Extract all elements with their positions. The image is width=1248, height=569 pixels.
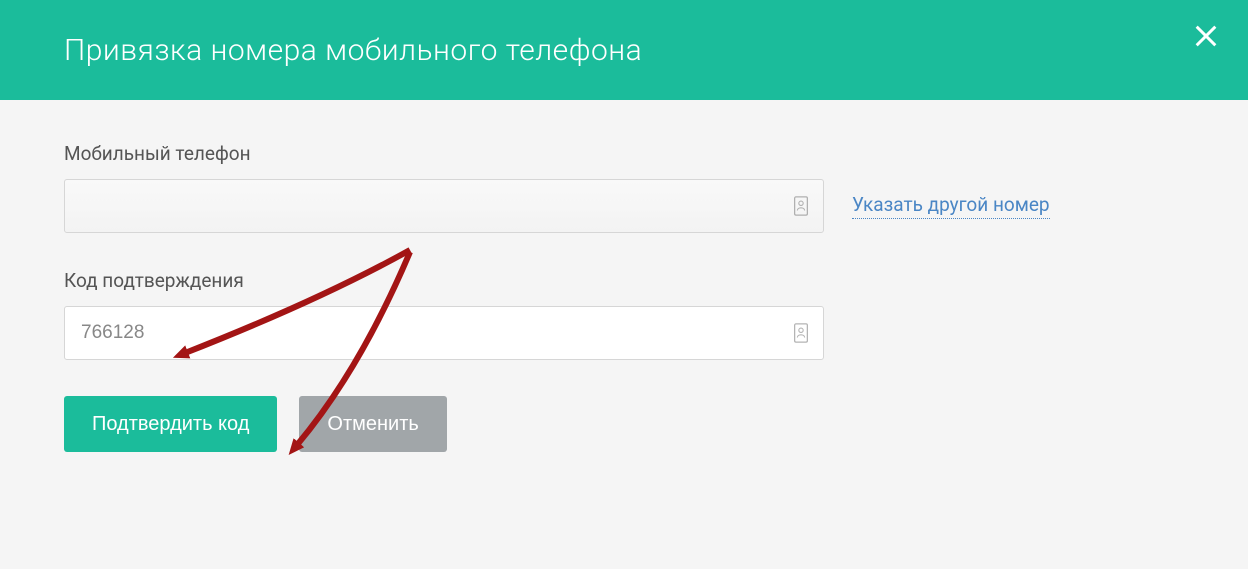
modal-body: Мобильный телефон Указать другой номер К… — [0, 100, 1248, 494]
close-button[interactable] — [1188, 18, 1224, 54]
code-input-wrap — [64, 306, 824, 360]
phone-row: Указать другой номер — [64, 179, 1184, 233]
phone-label: Мобильный телефон — [64, 142, 1184, 165]
contact-card-icon — [792, 196, 810, 216]
contact-card-icon — [792, 323, 810, 343]
code-input[interactable] — [64, 306, 824, 360]
modal-title: Привязка номера мобильного телефона — [64, 33, 642, 68]
other-number-link[interactable]: Указать другой номер — [852, 193, 1050, 219]
phone-input-wrap — [64, 179, 824, 233]
phone-input[interactable] — [64, 179, 824, 233]
button-row: Подтвердить код Отменить — [64, 396, 1184, 452]
close-icon — [1192, 22, 1220, 50]
code-label: Код подтверждения — [64, 269, 1184, 292]
confirm-button[interactable]: Подтвердить код — [64, 396, 277, 452]
code-row — [64, 306, 1184, 360]
modal-header: Привязка номера мобильного телефона — [0, 0, 1248, 100]
cancel-button[interactable]: Отменить — [299, 396, 446, 452]
